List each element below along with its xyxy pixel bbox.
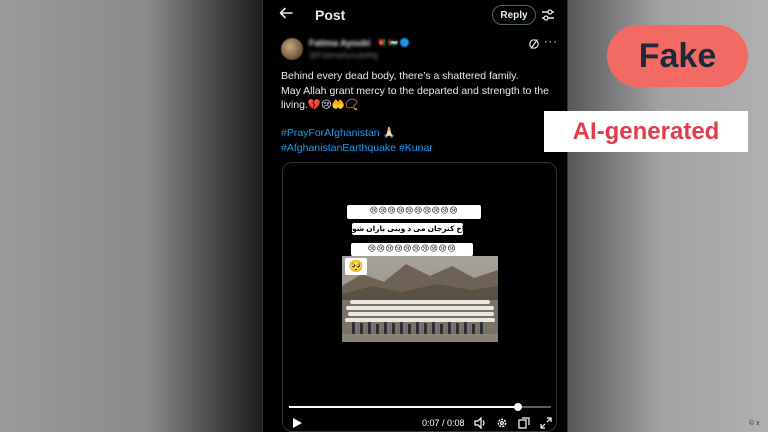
author-handle[interactable]: @FatimaAyoubiAfg [309, 51, 378, 60]
avatar[interactable] [281, 38, 303, 60]
hashtag-afghanistanearthquake[interactable]: #AfghanistanEarthquake [281, 142, 396, 154]
flag-emojis: 🇦🇫 🇵🇸 [376, 38, 399, 47]
back-button[interactable] [279, 6, 299, 26]
ai-generated-label: AI-generated [544, 111, 748, 152]
praying-hands-emoji: 🙏🏻 [382, 127, 396, 139]
reply-button[interactable]: Reply [492, 5, 536, 25]
gear-icon[interactable] [496, 417, 508, 429]
video-progress-fill [289, 406, 519, 408]
phone-screenshot: Post Reply Fatima Ayoubi 🇦🇫 🇵🇸 @FatimaAy… [262, 0, 568, 432]
video-caption: اخ اخ کنرجان می د وینی باران شو [352, 223, 475, 235]
fullscreen-icon[interactable] [540, 417, 552, 429]
post-text-line-3: living.💔😢🤲📿 [281, 99, 359, 111]
video-emoji-single: 🥺 [345, 258, 367, 275]
hashtag-kunar[interactable]: #Kunar [399, 142, 433, 154]
arrow-left-icon [279, 7, 293, 19]
verified-badge-icon [400, 38, 410, 48]
video-emoji-row-middle: 😢😢😢😢😢😢😢😢😢😢 [351, 243, 473, 256]
hashtag-prayforafghanistan[interactable]: #PrayForAfghanistan [281, 127, 380, 139]
page-title: Post [315, 7, 346, 23]
blurred-background-left [0, 0, 270, 432]
picture-in-picture-icon[interactable] [518, 417, 530, 429]
video-time: 0:07 / 0:08 [422, 418, 465, 428]
video-controls: 0:07 / 0:08 [283, 415, 556, 431]
video-emoji-row-top: 😢😢😢😢😢😢😢😢😢😢 [347, 205, 481, 219]
more-options-icon[interactable]: ··· [544, 36, 558, 48]
grok-icon[interactable] [528, 38, 540, 50]
play-icon[interactable] [291, 417, 303, 429]
fake-label: Fake [607, 25, 748, 87]
post-header: Post Reply [263, 0, 569, 32]
post-text-line-1: Behind every dead body, there’s a shatte… [281, 70, 519, 82]
author-name[interactable]: Fatima Ayoubi [309, 38, 370, 48]
video-player[interactable]: 😢😢😢😢😢😢😢😢😢😢 اخ اخ کنرجان می د وینی باران … [282, 162, 557, 432]
post-text-line-2: May Allah grant mercy to the departed an… [281, 84, 549, 97]
image-credit: © x [749, 420, 760, 427]
sliders-icon[interactable] [541, 8, 555, 22]
post-text: Behind every dead body, there’s a shatte… [281, 69, 563, 113]
volume-icon[interactable] [474, 417, 486, 429]
video-progress-thumb[interactable] [514, 403, 523, 411]
video-progress-bar[interactable] [289, 403, 551, 411]
hashtags: #PrayForAfghanistan 🙏🏻 #AfghanistanEarth… [281, 126, 563, 156]
author-badges: 🇦🇫 🇵🇸 [376, 38, 410, 48]
